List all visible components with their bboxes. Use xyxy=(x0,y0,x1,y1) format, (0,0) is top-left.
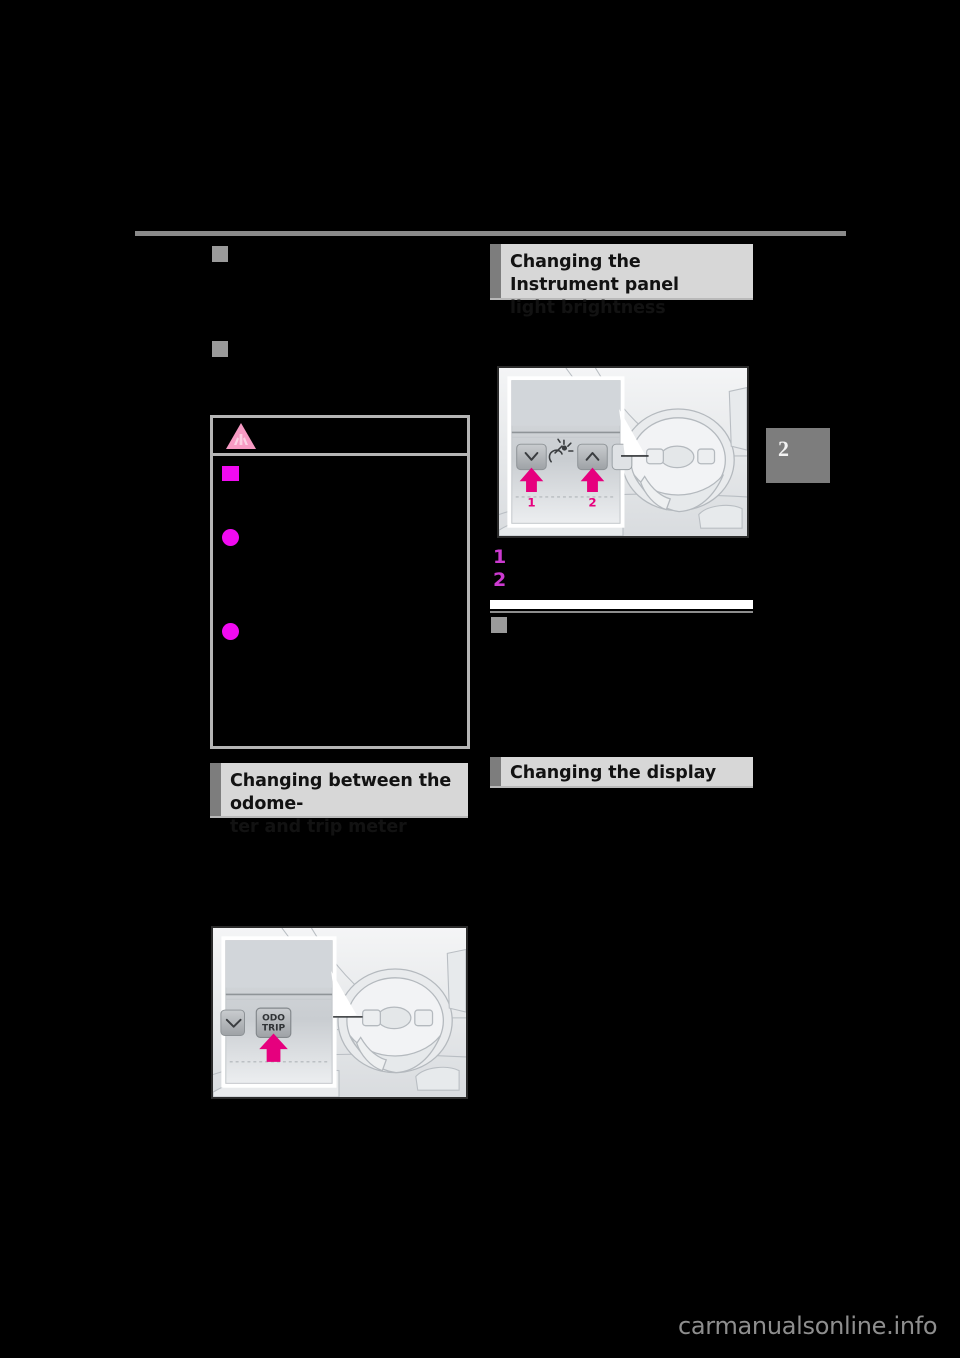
page-top-rule xyxy=(135,231,846,236)
heading-instrument-panel-brightness-text: Changing the Instrument panel light brig… xyxy=(510,251,745,320)
warning-bullet-square xyxy=(222,466,239,481)
chapter-tab: 2 xyxy=(766,428,830,483)
heading2-line-2: light brightness xyxy=(510,298,666,319)
manual-page: 2 Changing between the odome- ter and tr… xyxy=(0,0,960,1358)
warning-bullet-round-1 xyxy=(222,529,239,546)
step-number-1: 1 xyxy=(493,546,507,568)
svg-text:ODO: ODO xyxy=(262,1013,285,1023)
heading-line-1: Changing between the odome- xyxy=(230,771,452,815)
heading-accent-bar xyxy=(210,763,221,816)
odo-trip-button-illustration: ODO TRIP xyxy=(211,926,468,1099)
subsection-marker-1 xyxy=(212,246,228,262)
svg-text:2: 2 xyxy=(588,496,596,510)
heading-odometer-trip-meter: Changing between the odome- ter and trip… xyxy=(210,763,468,837)
heading-instrument-panel-brightness: Changing the Instrument panel light brig… xyxy=(490,244,753,318)
instrument-panel-brightness-illustration: 1 2 xyxy=(497,366,749,538)
subsection-separator-rule xyxy=(490,611,753,613)
svg-text:TRIP: TRIP xyxy=(262,1024,286,1034)
warning-box xyxy=(210,415,470,749)
heading-odometer-trip-meter-text: Changing between the odome- ter and trip… xyxy=(230,770,460,839)
heading-line-2: ter and trip meter xyxy=(230,817,407,838)
subsection-separator-bar xyxy=(490,600,753,609)
subsection-marker-3 xyxy=(491,617,507,633)
heading-accent-bar-2 xyxy=(490,244,501,298)
subsection-marker-2 xyxy=(212,341,228,357)
step-number-2: 2 xyxy=(493,569,507,591)
warning-bullet-round-2 xyxy=(222,623,239,640)
chapter-number: 2 xyxy=(778,436,789,461)
warning-box-header xyxy=(213,418,467,456)
svg-text:1: 1 xyxy=(527,496,535,510)
site-watermark: carmanualsonline.info xyxy=(678,1312,938,1340)
heading2-line-1: Changing the Instrument panel xyxy=(510,252,679,296)
warning-triangle-icon xyxy=(226,423,256,449)
heading-changing-the-display: Changing the display xyxy=(490,757,753,788)
heading-changing-the-display-text: Changing the display xyxy=(510,763,717,783)
heading-accent-bar-3 xyxy=(490,757,501,786)
